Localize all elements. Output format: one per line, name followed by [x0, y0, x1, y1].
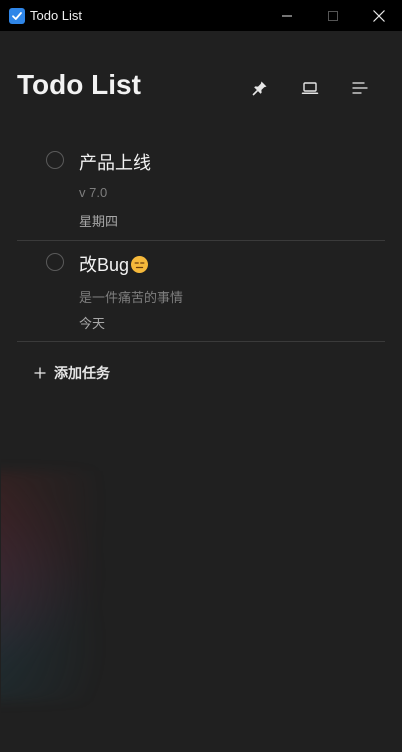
app-checkbox-icon	[9, 7, 25, 24]
laptop-icon	[301, 82, 319, 94]
title-bar: Todo List	[0, 0, 402, 31]
add-task-label: 添加任务	[54, 365, 110, 381]
minimize-button[interactable]	[264, 0, 310, 31]
main-panel: Todo List 产品上线 v 7.0 星期四 改Bug 是一件痛苦的事情 今…	[1, 31, 401, 751]
page-title: Todo List	[17, 69, 141, 100]
task-item[interactable]: 产品上线 v 7.0 星期四	[17, 139, 385, 241]
task-title: 产品上线	[79, 149, 151, 175]
task-title-text: 改Bug	[79, 255, 130, 275]
task-title-text: 产品上线	[79, 153, 151, 173]
maximize-button[interactable]	[310, 0, 356, 31]
window-title: Todo List	[30, 8, 83, 23]
sort-button[interactable]	[345, 73, 375, 103]
pin-icon	[252, 81, 267, 96]
expressionless-face-icon	[131, 255, 149, 273]
task-due-date: 今天	[79, 316, 106, 331]
close-button[interactable]	[356, 0, 402, 31]
plus-icon	[34, 367, 46, 379]
task-due-date: 星期四	[79, 214, 119, 229]
task-checkbox[interactable]	[46, 253, 64, 271]
task-subtitle: 是一件痛苦的事情	[79, 290, 184, 305]
sort-lines-icon	[352, 82, 368, 94]
task-title: 改Bug	[79, 251, 149, 277]
task-item[interactable]: 改Bug 是一件痛苦的事情 今天	[17, 241, 385, 342]
pin-button[interactable]	[245, 73, 275, 103]
task-checkbox[interactable]	[46, 151, 64, 169]
compact-mode-button[interactable]	[295, 73, 325, 103]
background-glow	[1, 471, 141, 701]
add-task-button[interactable]: 添加任务	[33, 363, 110, 383]
task-subtitle: v 7.0	[79, 185, 108, 200]
